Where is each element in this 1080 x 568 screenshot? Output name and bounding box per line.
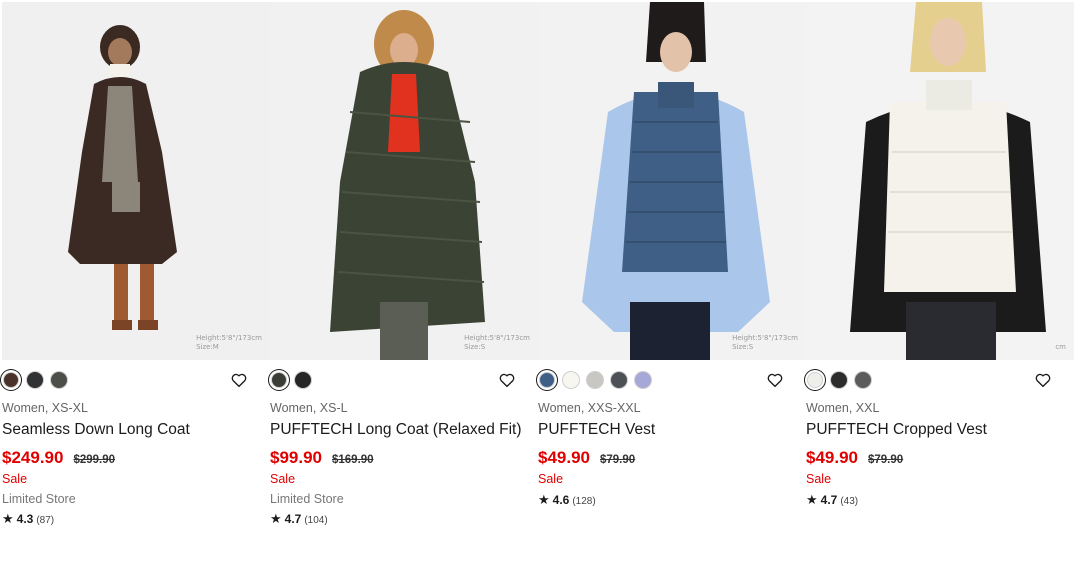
model-size-note: Height:5'8"/173cm Size:M [196, 334, 262, 351]
price-row: $249.90 $299.90 [2, 448, 115, 468]
rating-value: 4.7 [820, 493, 838, 507]
model-in-quilted-long-coat-photo [270, 2, 538, 360]
original-price: $299.90 [73, 454, 116, 466]
sale-label: Sale [538, 472, 564, 486]
sale-label: Sale [270, 472, 296, 486]
product-card[interactable]: cm Women, XXL PUFFTECH Cropped Vest $49.… [806, 0, 1074, 540]
color-swatch[interactable] [854, 371, 872, 389]
sale-label: Sale [2, 472, 28, 486]
model-size-note: Height:5'8"/173cm Size:S [732, 334, 798, 351]
sale-price: $99.90 [270, 448, 322, 467]
availability-label: Limited Store [2, 492, 76, 506]
review-count: (104) [304, 515, 328, 526]
color-swatch[interactable] [562, 371, 580, 389]
color-swatch[interactable] [586, 371, 604, 389]
product-name[interactable]: PUFFTECH Cropped Vest [806, 421, 987, 439]
heart-outline-icon[interactable] [230, 371, 248, 389]
color-swatches [538, 370, 652, 390]
color-swatch[interactable] [610, 371, 628, 389]
original-price: $169.90 [332, 454, 374, 466]
color-swatch[interactable] [539, 372, 555, 388]
product-gender-sizes: Women, XXS-XXL [538, 401, 641, 415]
product-rating: ★ 4.6 (128) [538, 492, 596, 508]
heart-outline-icon[interactable] [1034, 371, 1052, 389]
heart-outline-icon[interactable] [766, 371, 784, 389]
sale-price: $249.90 [2, 448, 64, 467]
color-swatch[interactable] [634, 371, 652, 389]
product-rating: ★ 4.7 (43) [806, 492, 858, 508]
model-in-puffer-vest-photo [538, 2, 806, 360]
heart-outline-icon[interactable] [498, 371, 516, 389]
sale-label: Sale [806, 472, 832, 486]
sale-price: $49.90 [538, 448, 590, 467]
color-swatch[interactable] [830, 371, 848, 389]
product-gender-sizes: Women, XS-XL [2, 401, 88, 415]
product-image[interactable]: Height:5'8"/173cm Size:M [2, 2, 270, 360]
color-swatches [270, 370, 312, 390]
model-in-long-coat-photo [2, 2, 270, 360]
product-rating: ★ 4.3 (87) [2, 511, 54, 527]
price-row: $99.90 $169.90 [270, 448, 374, 468]
product-card[interactable]: Height:5'8"/173cm Size:M Women, XS-XL Se… [2, 0, 270, 540]
model-size-note: Height:5'8"/173cm Size:S [464, 334, 530, 351]
product-rating: ★ 4.7 (104) [270, 511, 328, 527]
product-gender-sizes: Women, XXL [806, 401, 880, 415]
color-swatches [2, 370, 68, 390]
price-row: $49.90 $79.90 [538, 448, 635, 468]
model-in-cropped-vest-photo [806, 2, 1074, 360]
star-icon: ★ [806, 492, 818, 507]
star-icon: ★ [538, 492, 550, 507]
color-swatches [806, 370, 872, 390]
color-swatch[interactable] [26, 371, 44, 389]
availability-label: Limited Store [270, 492, 344, 506]
rating-value: 4.3 [16, 512, 34, 526]
color-swatch[interactable] [271, 372, 287, 388]
model-size-note: cm [1055, 343, 1066, 351]
color-swatch[interactable] [50, 371, 68, 389]
color-swatch[interactable] [3, 372, 19, 388]
product-name[interactable]: PUFFTECH Long Coat (Relaxed Fit) [270, 421, 522, 439]
product-image[interactable]: Height:5'8"/173cm Size:S [270, 2, 538, 360]
color-swatch[interactable] [294, 371, 312, 389]
product-gender-sizes: Women, XS-L [270, 401, 348, 415]
rating-value: 4.6 [552, 493, 570, 507]
original-price: $79.90 [600, 454, 636, 466]
product-name[interactable]: PUFFTECH Vest [538, 421, 655, 439]
review-count: (43) [840, 496, 859, 507]
product-card[interactable]: Height:5'8"/173cm Size:S Women, XXS-XXL … [538, 0, 806, 540]
product-grid: Height:5'8"/173cm Size:M Women, XS-XL Se… [0, 0, 1080, 568]
review-count: (87) [36, 515, 55, 526]
price-row: $49.90 $79.90 [806, 448, 903, 468]
star-icon: ★ [2, 511, 14, 526]
star-icon: ★ [270, 511, 282, 526]
product-card[interactable]: Height:5'8"/173cm Size:S Women, XS-L PUF… [270, 0, 538, 540]
sale-price: $49.90 [806, 448, 858, 467]
review-count: (128) [572, 496, 596, 507]
color-swatch[interactable] [807, 372, 823, 388]
product-name[interactable]: Seamless Down Long Coat [2, 421, 190, 439]
rating-value: 4.7 [284, 512, 302, 526]
original-price: $79.90 [868, 454, 904, 466]
product-image[interactable]: cm [806, 2, 1074, 360]
product-image[interactable]: Height:5'8"/173cm Size:S [538, 2, 806, 360]
